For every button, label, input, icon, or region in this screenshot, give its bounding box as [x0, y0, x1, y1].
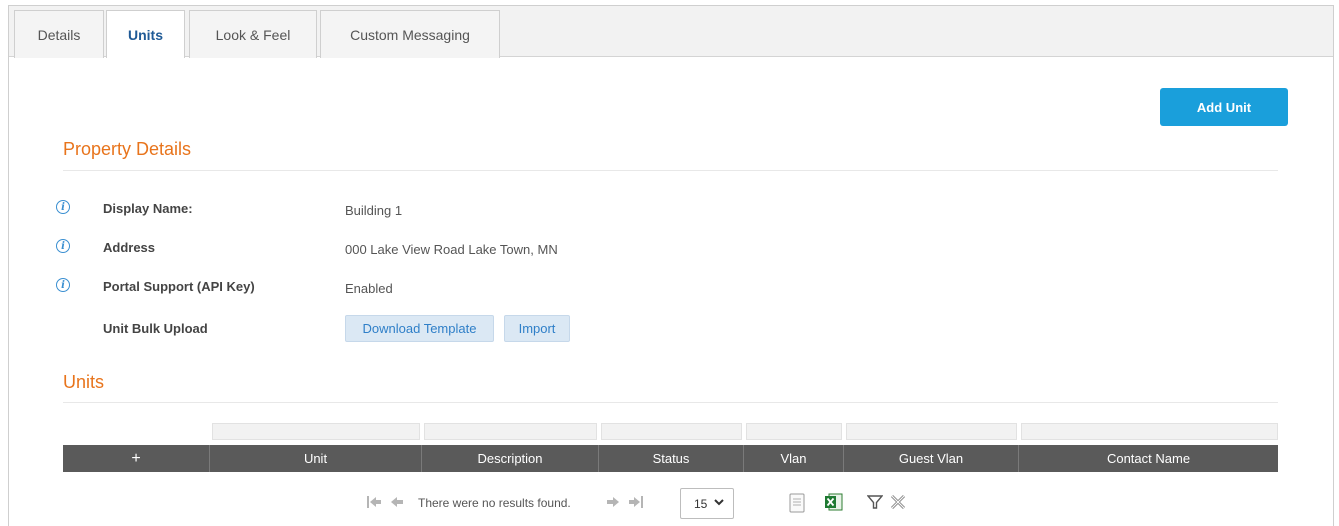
- table-header: + Unit Description Status Vlan Guest Vla…: [63, 445, 1278, 472]
- next-page-icon[interactable]: [606, 495, 620, 512]
- tab-custom-messaging[interactable]: Custom Messaging: [320, 10, 500, 58]
- tab-details[interactable]: Details: [14, 10, 104, 58]
- display-name-label: Display Name:: [103, 201, 193, 216]
- first-page-icon[interactable]: [366, 495, 382, 512]
- display-name-value: Building 1: [345, 203, 403, 218]
- column-header-vlan[interactable]: Vlan: [744, 445, 844, 472]
- export-excel-icon[interactable]: [824, 492, 844, 517]
- address-value: 000 Lake View Road Lake Town, MN: [345, 242, 558, 257]
- unit-filter-input[interactable]: [212, 423, 420, 440]
- tab-look-and-feel[interactable]: Look & Feel: [189, 10, 317, 58]
- page-size-select[interactable]: 15: [680, 488, 734, 519]
- address-label: Address: [103, 240, 156, 255]
- info-icon[interactable]: i: [56, 200, 70, 214]
- units-title: Units: [63, 372, 105, 392]
- filter-icon[interactable]: [866, 494, 884, 515]
- status-filter-input[interactable]: [601, 423, 742, 440]
- column-header-unit[interactable]: Unit: [210, 445, 422, 472]
- divider: [63, 402, 1278, 403]
- units-panel: Details Units Look & Feel Custom Messagi…: [8, 5, 1334, 526]
- clear-filter-icon[interactable]: [889, 493, 907, 516]
- info-icon[interactable]: i: [56, 239, 70, 253]
- export-document-icon[interactable]: [789, 493, 805, 518]
- last-page-icon[interactable]: [628, 495, 644, 512]
- column-header-contact-name[interactable]: Contact Name: [1019, 445, 1278, 472]
- vlan-filter-input[interactable]: [746, 423, 842, 440]
- property-details-title: Property Details: [63, 139, 192, 159]
- portal-support-label: Portal Support (API Key): [103, 279, 255, 294]
- portal-support-value: Enabled: [345, 281, 393, 296]
- info-icon[interactable]: i: [56, 278, 70, 292]
- tab-bar: Details Units Look & Feel Custom Messagi…: [9, 6, 1333, 58]
- tab-units[interactable]: Units: [106, 10, 185, 58]
- import-button[interactable]: Import: [504, 315, 570, 342]
- add-unit-button[interactable]: Add Unit: [1160, 88, 1288, 126]
- contact-name-filter-input[interactable]: [1021, 423, 1278, 440]
- prev-page-icon[interactable]: [390, 495, 404, 512]
- column-header-status[interactable]: Status: [599, 445, 744, 472]
- chevron-down-icon: [713, 496, 725, 511]
- description-filter-input[interactable]: [424, 423, 597, 440]
- page-size-value: 15: [694, 496, 708, 511]
- column-header-description[interactable]: Description: [422, 445, 599, 472]
- column-filter-row: [63, 423, 1278, 441]
- guest-vlan-filter-input[interactable]: [846, 423, 1017, 440]
- no-results-message: There were no results found.: [418, 496, 571, 510]
- unit-bulk-upload-label: Unit Bulk Upload: [103, 321, 208, 336]
- column-header-guest-vlan[interactable]: Guest Vlan: [844, 445, 1019, 472]
- divider: [63, 170, 1278, 171]
- add-row-button[interactable]: +: [63, 445, 210, 472]
- download-template-button[interactable]: Download Template: [345, 315, 494, 342]
- pager: There were no results found. 15: [9, 486, 1333, 520]
